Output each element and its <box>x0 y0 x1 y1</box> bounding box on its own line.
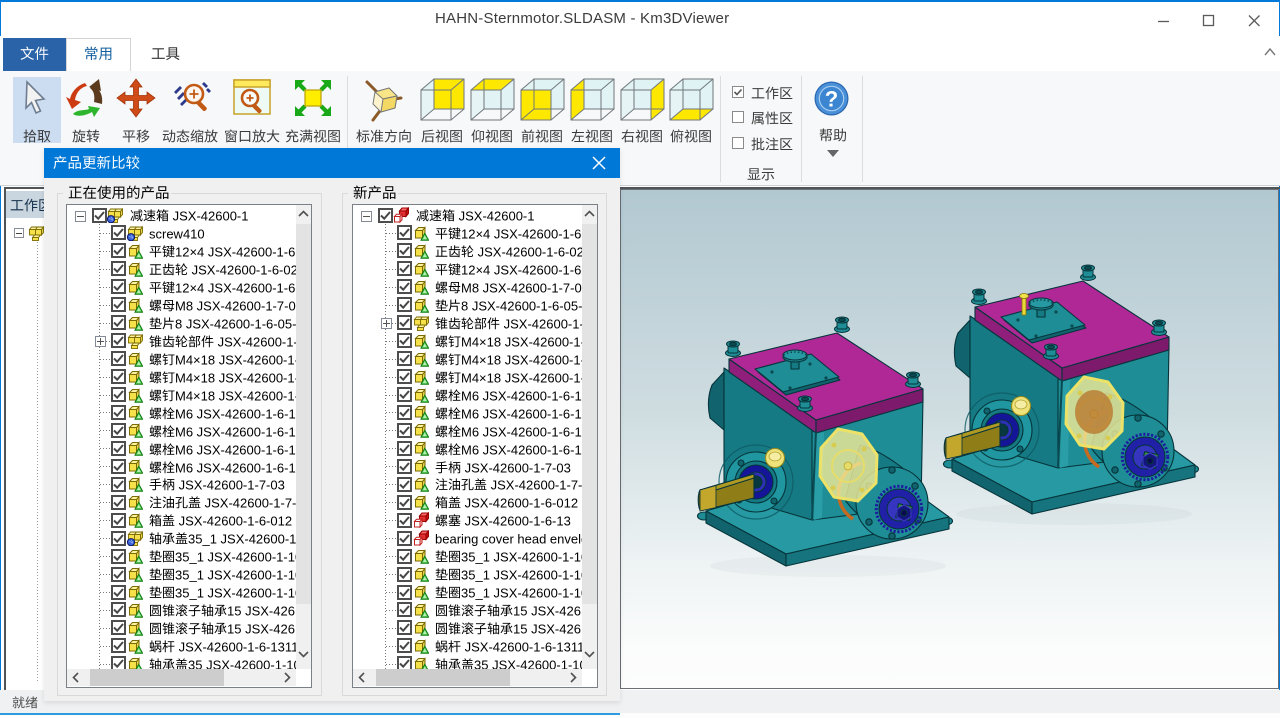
svg-text:12×4 JSX-42600-1-6-08: 12×4 JSX-42600-1-6-08 <box>461 226 582 241</box>
svg-text:15 JSX-426: 15 JSX-426 <box>227 621 295 636</box>
svg-text:JSX-42600-1: JSX-42600-1 <box>169 208 249 223</box>
svg-text:35_1 JSX-42600-1-105: 35_1 JSX-42600-1-105 <box>175 567 296 582</box>
svg-text:JSX-42600-1-6-012: JSX-42600-1-6-012 <box>461 496 578 511</box>
svg-text:M6 JSX-42600-1-6-10: M6 JSX-42600-1-6-10 <box>461 388 582 403</box>
svg-text:M4×18 JSX-42600-1-6: M4×18 JSX-42600-1-6 <box>461 334 582 349</box>
svg-text:12×4 JSX-42600-1-6-08: 12×4 JSX-42600-1-6-08 <box>175 244 296 259</box>
svg-text:JSX-42600-1-6-1311: JSX-42600-1-6-1311 <box>461 639 582 654</box>
svg-text:12×4 JSX-42600-1-6-08: 12×4 JSX-42600-1-6-08 <box>461 262 582 277</box>
svg-text:JSX-42600-1-6-13: JSX-42600-1-6-13 <box>461 514 574 529</box>
svg-text:JSX-42600-1-6-012: JSX-42600-1-6-012 <box>175 514 292 529</box>
svg-text:JSX-42600-1-7-03: JSX-42600-1-7-03 <box>461 460 571 475</box>
svg-text:35_1 JSX-42600-1-105: 35_1 JSX-42600-1-105 <box>175 550 296 565</box>
svg-text:screw410: screw410 <box>149 226 205 241</box>
svg-text:M4×18 JSX-42600-1-6: M4×18 JSX-42600-1-6 <box>175 352 296 367</box>
svg-text:?: ? <box>825 87 838 112</box>
svg-text:JSX-42600-1-7-03: JSX-42600-1-7-03 <box>175 478 285 493</box>
svg-text:35_1 JSX-42600-1-105: 35_1 JSX-42600-1-105 <box>461 550 582 565</box>
svg-text:JSX-42600-1-6: JSX-42600-1-6 <box>500 316 582 331</box>
svg-text:M4×18 JSX-42600-1-6: M4×18 JSX-42600-1-6 <box>175 388 296 403</box>
svg-text:M6 JSX-42600-1-6-10: M6 JSX-42600-1-6-10 <box>461 424 582 439</box>
svg-text:35 JSX-42600-1-10: 35 JSX-42600-1-10 <box>188 657 296 669</box>
svg-text:35 JSX-42600-1-10: 35 JSX-42600-1-10 <box>474 657 582 669</box>
svg-text:bearing cover head envelope: bearing cover head envelope <box>435 532 582 547</box>
svg-text:M6 JSX-42600-1-6-10: M6 JSX-42600-1-6-10 <box>175 460 296 475</box>
svg-text:M4×18 JSX-42600-1-6: M4×18 JSX-42600-1-6 <box>461 352 582 367</box>
svg-text:35_1 JSX-42600-1-105: 35_1 JSX-42600-1-105 <box>175 585 296 600</box>
svg-text:M8 JSX-42600-1-7-05-2: M8 JSX-42600-1-7-05-2 <box>461 280 582 295</box>
svg-text:JSX-42600-1-6: JSX-42600-1-6 <box>214 334 296 349</box>
svg-text:M6 JSX-42600-1-6-10: M6 JSX-42600-1-6-10 <box>175 424 296 439</box>
svg-text:JSX-42600-1-6-02-1: JSX-42600-1-6-02-1 <box>188 262 296 277</box>
svg-text:15 JSX-426: 15 JSX-426 <box>227 603 295 618</box>
svg-text:M8 JSX-42600-1-7-05-2: M8 JSX-42600-1-7-05-2 <box>175 298 296 313</box>
svg-text:8 JSX-42600-1-6-05-1: 8 JSX-42600-1-6-05-1 <box>175 316 296 331</box>
svg-text:15 JSX-426: 15 JSX-426 <box>513 603 581 618</box>
svg-text:M6 JSX-42600-1-6-10: M6 JSX-42600-1-6-10 <box>175 442 296 457</box>
svg-text:JSX-42600-1: JSX-42600-1 <box>455 208 535 223</box>
svg-text:M6 JSX-42600-1-6-10: M6 JSX-42600-1-6-10 <box>175 406 296 421</box>
svg-text:35_1 JSX-42600-1-105: 35_1 JSX-42600-1-105 <box>461 585 582 600</box>
svg-text:35_1 JSX-42600-1-105: 35_1 JSX-42600-1-105 <box>461 567 582 582</box>
svg-text:JSX-42600-1-7-0: JSX-42600-1-7-0 <box>201 496 296 511</box>
svg-text:JSX-42600-1-7-0: JSX-42600-1-7-0 <box>487 478 582 493</box>
svg-text:35_1 JSX-42600-1-6: 35_1 JSX-42600-1-6 <box>188 532 296 547</box>
svg-text:M6 JSX-42600-1-6-10: M6 JSX-42600-1-6-10 <box>461 442 582 457</box>
svg-text:M4×18 JSX-42600-1-6: M4×18 JSX-42600-1-6 <box>175 370 296 385</box>
svg-text:12×4 JSX-42600-1-6-08: 12×4 JSX-42600-1-6-08 <box>175 280 296 295</box>
svg-text:JSX-42600-1-6-02-1: JSX-42600-1-6-02-1 <box>474 244 582 259</box>
svg-text:M6 JSX-42600-1-6-10: M6 JSX-42600-1-6-10 <box>461 406 582 421</box>
svg-text:15 JSX-426: 15 JSX-426 <box>513 621 581 636</box>
svg-text:JSX-42600-1-6-1311: JSX-42600-1-6-1311 <box>175 639 296 654</box>
svg-text:8 JSX-42600-1-6-05-1: 8 JSX-42600-1-6-05-1 <box>461 298 582 313</box>
svg-text:M4×18 JSX-42600-1-6: M4×18 JSX-42600-1-6 <box>461 370 582 385</box>
